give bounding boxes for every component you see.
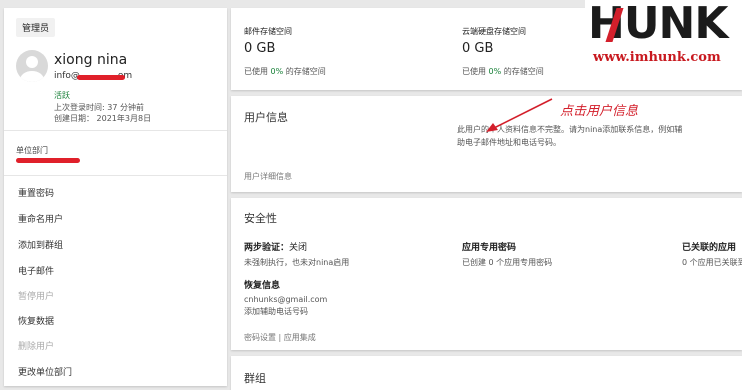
drive-storage-used: 已使用 0% 的存储空间 xyxy=(462,67,544,76)
groups-title[interactable]: 群组 xyxy=(244,370,266,386)
recovery-email: cnhunks@gmail.com xyxy=(244,295,328,304)
created-date: 创建日期： 2021年3月8日 xyxy=(54,114,152,123)
two-step-desc: 未强制执行，也未对nina启用 xyxy=(244,258,350,267)
connected-apps-header: 已关联的应用 xyxy=(682,243,737,253)
app-password-desc: 已创建 0 个应用专用密码 xyxy=(462,258,553,267)
mail-storage-used: 已使用 0% 的存储空间 xyxy=(244,67,326,76)
recovery-header: 恢复信息 xyxy=(244,281,281,291)
connected-apps-desc: 0 个应用已关联到ni xyxy=(682,258,742,267)
menu-rename-user[interactable]: 重命名用户 xyxy=(18,212,63,225)
menu-reset-password[interactable]: 重置密码 xyxy=(18,186,54,199)
user-info-title[interactable]: 用户信息 xyxy=(244,109,288,125)
role-badge: 管理员 xyxy=(16,18,56,37)
app-password-header: 应用专用密码 xyxy=(462,243,517,253)
redaction-mark xyxy=(77,75,125,80)
security-card[interactable]: 安全性 两步验证：关闭 未强制执行，也未对nina启用 应用专用密码 已创建 0… xyxy=(231,198,742,350)
menu-restore-data[interactable]: 恢复数据 xyxy=(18,314,54,327)
divider xyxy=(4,175,227,176)
two-step-header: 两步验证：关闭 xyxy=(244,243,308,253)
status-active: 活跃 xyxy=(54,91,70,100)
drive-storage-value: 0 GB xyxy=(462,41,494,56)
annotation-text: 点击用户信息 xyxy=(560,104,639,119)
redaction-mark xyxy=(16,158,80,163)
drive-storage-label: 云端硬盘存储空间 xyxy=(462,27,526,36)
menu-change-org-unit[interactable]: 更改单位部门 xyxy=(18,365,72,378)
groups-card[interactable]: 群组 xyxy=(231,356,742,390)
person-icon xyxy=(16,50,48,82)
recovery-phone: 添加辅助电话号码 xyxy=(244,307,308,316)
menu-suspend-user: 暂停用户 xyxy=(18,292,55,302)
user-name: xiong nina xyxy=(54,52,128,68)
logo-url: www.imhunk.com xyxy=(593,50,721,65)
user-details-link[interactable]: 用户详细信息 xyxy=(244,171,292,182)
mail-storage-label: 邮件存储空间 xyxy=(244,27,292,36)
mail-storage-value: 0 GB xyxy=(244,41,276,56)
divider xyxy=(4,130,227,131)
user-profile-panel: 管理员 xiong nina info@ om 活跃 上次登录时间: 37 分钟前… xyxy=(4,8,227,386)
menu-email[interactable]: 电子邮件 xyxy=(18,264,54,277)
security-title[interactable]: 安全性 xyxy=(244,210,277,226)
hunk-logo: HUNK www.imhunk.com xyxy=(585,0,742,72)
menu-delete-user: 删除用户 xyxy=(18,342,55,352)
menu-add-to-group[interactable]: 添加到群组 xyxy=(18,238,63,251)
last-login: 上次登录时间: 37 分钟前 xyxy=(54,103,144,112)
security-footer-links[interactable]: 密码设置 | 应用集成 xyxy=(244,332,316,343)
org-unit-label: 单位部门 xyxy=(16,146,48,155)
annotation-arrow-icon xyxy=(486,98,553,132)
email-prefix: info@ xyxy=(54,71,80,81)
